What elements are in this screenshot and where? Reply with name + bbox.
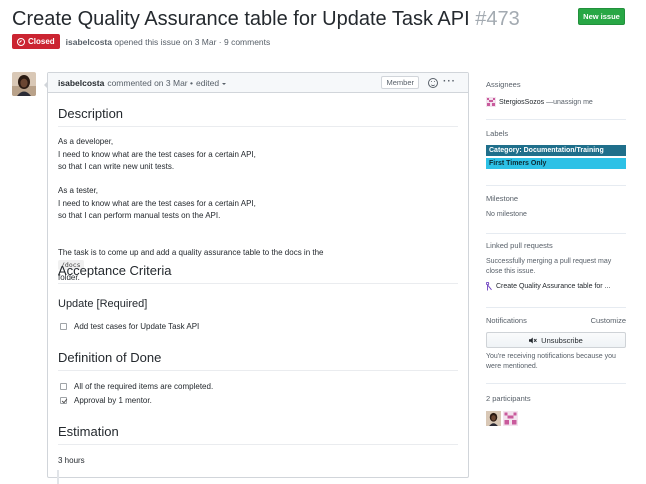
participant-avatar[interactable] bbox=[503, 411, 518, 426]
issue-closed-icon bbox=[17, 37, 25, 46]
linked-pr-heading[interactable]: Linked pull requests bbox=[486, 241, 626, 250]
label-documentation[interactable]: Category: Documentation/Training bbox=[486, 145, 626, 156]
linked-pr-text: Successfully merging a pull request may … bbox=[486, 258, 612, 275]
author-avatar[interactable] bbox=[12, 72, 36, 96]
status-badge: Closed bbox=[12, 34, 60, 49]
pull-request-icon bbox=[486, 282, 493, 291]
comment-author[interactable]: isabelcosta bbox=[58, 78, 104, 88]
estimation-value: 3 hours bbox=[58, 456, 85, 465]
label-first-timers[interactable]: First Timers Only bbox=[486, 158, 626, 169]
customize-link[interactable]: Customize bbox=[591, 316, 626, 325]
linked-pr-item[interactable]: Create Quality Assurance table for ... bbox=[486, 282, 626, 291]
milestone-value: No milestone bbox=[486, 211, 527, 218]
comment-body: Description As a developer, I need to kn… bbox=[48, 93, 468, 478]
issue-number: #473 bbox=[475, 8, 520, 30]
assignee-row: StergiosSozos —unassign me bbox=[486, 97, 626, 107]
tester-story: As a tester, I need to know what are the… bbox=[58, 186, 256, 220]
linked-pr-title[interactable]: Create Quality Assurance table for ... bbox=[496, 283, 610, 290]
dod-checkbox-approval[interactable] bbox=[60, 397, 67, 404]
issue-title-text: Create Quality Assurance table for Updat… bbox=[12, 8, 470, 30]
unassign-link[interactable]: —unassign me bbox=[546, 99, 593, 106]
issue-meta: Closed isabelcosta opened this issue on … bbox=[12, 34, 270, 49]
notifications-section: Notifications Customize Unsubscribe You'… bbox=[486, 316, 626, 384]
dod-item-label: All of the required items are completed. bbox=[74, 382, 214, 391]
member-badge: Member bbox=[381, 76, 419, 89]
task-list-item: Add test cases for Update Task API bbox=[60, 322, 199, 331]
issue-comment: isabelcosta commented on 3 Mar • edited … bbox=[44, 72, 469, 478]
assignees-heading[interactable]: Assignees bbox=[486, 80, 626, 89]
status-badge-label: Closed bbox=[28, 37, 55, 46]
heading-description: Description bbox=[58, 106, 458, 127]
heading-update-required: Update [Required] bbox=[58, 298, 148, 310]
comment-meta: commented on 3 Mar • bbox=[107, 77, 193, 88]
heading-definition-of-done: Definition of Done bbox=[58, 350, 458, 371]
dod-item-label: Approval by 1 mentor. bbox=[74, 396, 152, 405]
notifications-text: You're receiving notifications because y… bbox=[486, 353, 616, 370]
issue-title: Create Quality Assurance table for Updat… bbox=[12, 6, 520, 32]
participant-avatar[interactable] bbox=[486, 411, 501, 426]
timeline-line bbox=[57, 470, 59, 484]
heading-acceptance-criteria: Acceptance Criteria bbox=[58, 263, 458, 284]
milestone-section: Milestone No milestone bbox=[486, 194, 626, 234]
task-text-before: The task is to come up and add a quality… bbox=[58, 247, 324, 257]
task-checkbox[interactable] bbox=[60, 323, 67, 330]
mute-icon bbox=[529, 337, 537, 344]
dod-checkbox-completed[interactable] bbox=[60, 383, 67, 390]
issue-meta-text: isabelcosta opened this issue on 3 Mar ·… bbox=[66, 37, 271, 47]
edited-label: edited bbox=[195, 77, 220, 88]
assignees-section: Assignees StergiosSozos —unassign me bbox=[486, 80, 626, 120]
labels-heading[interactable]: Labels bbox=[486, 129, 626, 138]
assignee-avatar[interactable] bbox=[486, 97, 496, 107]
more-options-icon[interactable]: ··· bbox=[443, 77, 456, 87]
issue-meta-details: opened this issue on 3 Mar · 9 comments bbox=[114, 36, 271, 47]
issue-author-link[interactable]: isabelcosta bbox=[66, 37, 112, 47]
dod-item-approval: Approval by 1 mentor. bbox=[60, 396, 152, 405]
linked-pr-section: Linked pull requests Successfully mergin… bbox=[486, 241, 626, 308]
new-issue-button[interactable]: New issue bbox=[578, 8, 625, 25]
assignee-name[interactable]: StergiosSozos bbox=[499, 99, 544, 106]
notifications-header: Notifications Customize bbox=[486, 316, 626, 325]
notifications-heading: Notifications bbox=[486, 316, 527, 325]
unsubscribe-label: Unsubscribe bbox=[541, 335, 583, 345]
participants-avatars bbox=[486, 411, 626, 426]
participants-section: 2 participants bbox=[486, 394, 626, 426]
developer-story: As a developer, I need to know what are … bbox=[58, 137, 256, 171]
chevron-down-icon bbox=[222, 82, 227, 87]
task-item-label: Add test cases for Update Task API bbox=[74, 322, 200, 331]
smiley-icon[interactable] bbox=[428, 78, 438, 88]
edited-dropdown[interactable]: edited bbox=[195, 77, 227, 88]
comment-header: isabelcosta commented on 3 Mar • edited … bbox=[48, 73, 468, 93]
milestone-heading[interactable]: Milestone bbox=[486, 194, 626, 203]
heading-estimation: Estimation bbox=[58, 424, 458, 445]
unsubscribe-button[interactable]: Unsubscribe bbox=[486, 332, 626, 348]
dod-item-completed: All of the required items are completed. bbox=[60, 382, 213, 391]
participants-heading: 2 participants bbox=[486, 394, 531, 403]
labels-section: Labels Category: Documentation/Training … bbox=[486, 129, 626, 186]
